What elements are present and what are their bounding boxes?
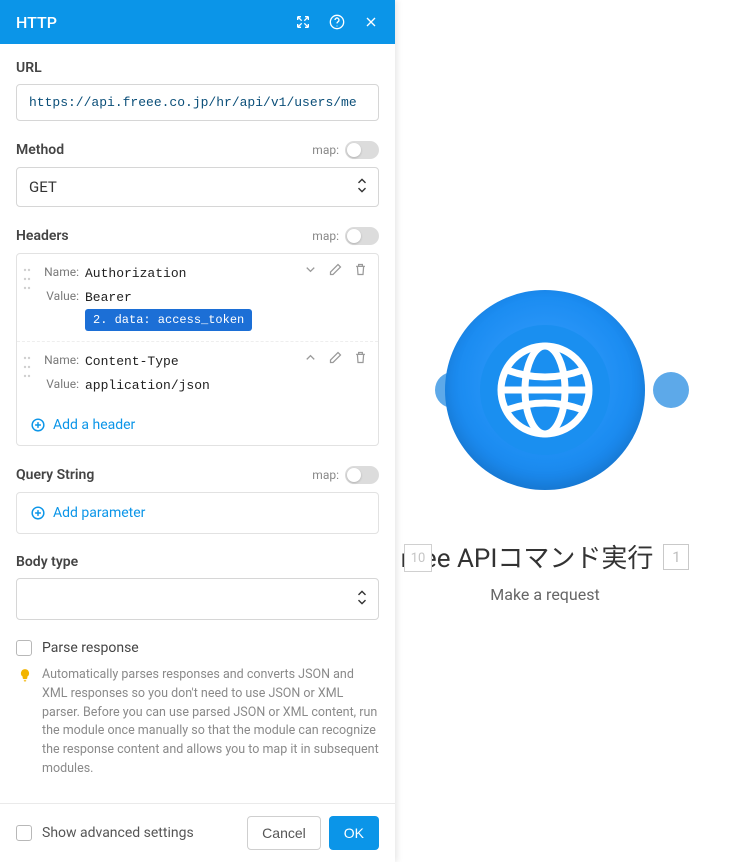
method-label: Method (16, 142, 64, 158)
plus-circle-icon (31, 506, 45, 520)
query-map-toggle[interactable] (345, 466, 379, 484)
query-string-field: Query String map: Add parameter (16, 466, 379, 534)
globe-icon-wrap (445, 290, 645, 490)
body-type-select[interactable] (16, 578, 379, 620)
headers-map-toggle[interactable] (345, 227, 379, 245)
cancel-button[interactable]: Cancel (247, 816, 321, 850)
header-name-key: Name: (37, 264, 79, 279)
header-name-key: Name: (37, 352, 79, 367)
chevron-up-icon[interactable] (303, 350, 318, 365)
module-title-text: reee APIコマンド実行 (401, 538, 654, 575)
panel-body: URL https://api.freee.co.jp/hr/api/v1/us… (0, 44, 395, 803)
expand-icon[interactable] (295, 14, 311, 30)
plus-circle-icon (31, 418, 45, 432)
config-panel: HTTP URL https://api.freee.co.jp/hr/api/… (0, 0, 395, 862)
panel-footer: Show advanced settings Cancel OK (0, 803, 395, 862)
parse-response-checkbox[interactable] (16, 640, 32, 656)
headers-list: Name: Authorization Value: Bearer 2. dat… (16, 253, 379, 446)
header-value-input[interactable]: application/json (85, 376, 366, 396)
module-subtitle: Make a request (490, 585, 599, 604)
body-type-field: Body type (16, 554, 379, 620)
parse-response-label: Parse response (42, 640, 139, 656)
add-parameter-label: Add parameter (53, 505, 145, 521)
ok-button[interactable]: OK (329, 816, 379, 850)
module-title: reee APIコマンド実行 1 (401, 538, 690, 575)
method-field: Method map: GET (16, 141, 379, 207)
edit-icon[interactable] (328, 350, 343, 365)
help-icon[interactable] (329, 14, 345, 30)
header-item-content-type: Name: Content-Type Value: application/js… (17, 341, 378, 405)
add-parameter-button[interactable]: Add parameter (17, 493, 378, 533)
drag-handle-icon[interactable] (23, 266, 31, 292)
mapped-pill[interactable]: 2. data: access_token (85, 309, 252, 331)
map-label: map: (312, 468, 339, 482)
header-value-key: Value: (37, 376, 79, 391)
map-label: map: (312, 143, 339, 157)
chevron-down-icon[interactable] (303, 262, 318, 277)
lightbulb-icon (18, 668, 32, 682)
add-header-button[interactable]: Add a header (17, 405, 378, 445)
parse-hint-text: Automatically parses responses and conve… (42, 666, 379, 779)
add-header-label: Add a header (53, 417, 135, 433)
map-label: map: (312, 229, 339, 243)
query-list: Add parameter (16, 492, 379, 534)
module-left-badge: 10 (404, 544, 432, 572)
connector-dot-right[interactable] (653, 372, 689, 408)
body-type-label: Body type (16, 554, 78, 570)
method-select[interactable]: GET (16, 167, 379, 207)
url-input[interactable]: https://api.freee.co.jp/hr/api/v1/users/… (16, 84, 379, 121)
trash-icon[interactable] (353, 262, 368, 277)
query-label: Query String (16, 467, 94, 483)
advanced-settings-checkbox[interactable] (16, 825, 32, 841)
edit-icon[interactable] (328, 262, 343, 277)
globe-icon (480, 325, 610, 455)
url-label: URL (16, 60, 42, 76)
close-icon[interactable] (363, 14, 379, 30)
header-value-key: Value: (37, 288, 79, 303)
url-field: URL https://api.freee.co.jp/hr/api/v1/us… (16, 60, 379, 121)
method-map-toggle[interactable] (345, 141, 379, 159)
headers-field: Headers map: Name: (16, 227, 379, 446)
trash-icon[interactable] (353, 350, 368, 365)
parse-response-field: Parse response Automatically parses resp… (16, 640, 379, 779)
module-index-badge: 1 (663, 544, 689, 570)
panel-title: HTTP (16, 13, 295, 32)
header-value-input[interactable]: Bearer 2. data: access_token (85, 288, 366, 332)
advanced-settings-label: Show advanced settings (42, 825, 194, 841)
header-item-authorization: Name: Authorization Value: Bearer 2. dat… (17, 254, 378, 341)
headers-label: Headers (16, 228, 69, 244)
drag-handle-icon[interactable] (23, 354, 31, 380)
panel-header: HTTP (0, 0, 395, 44)
